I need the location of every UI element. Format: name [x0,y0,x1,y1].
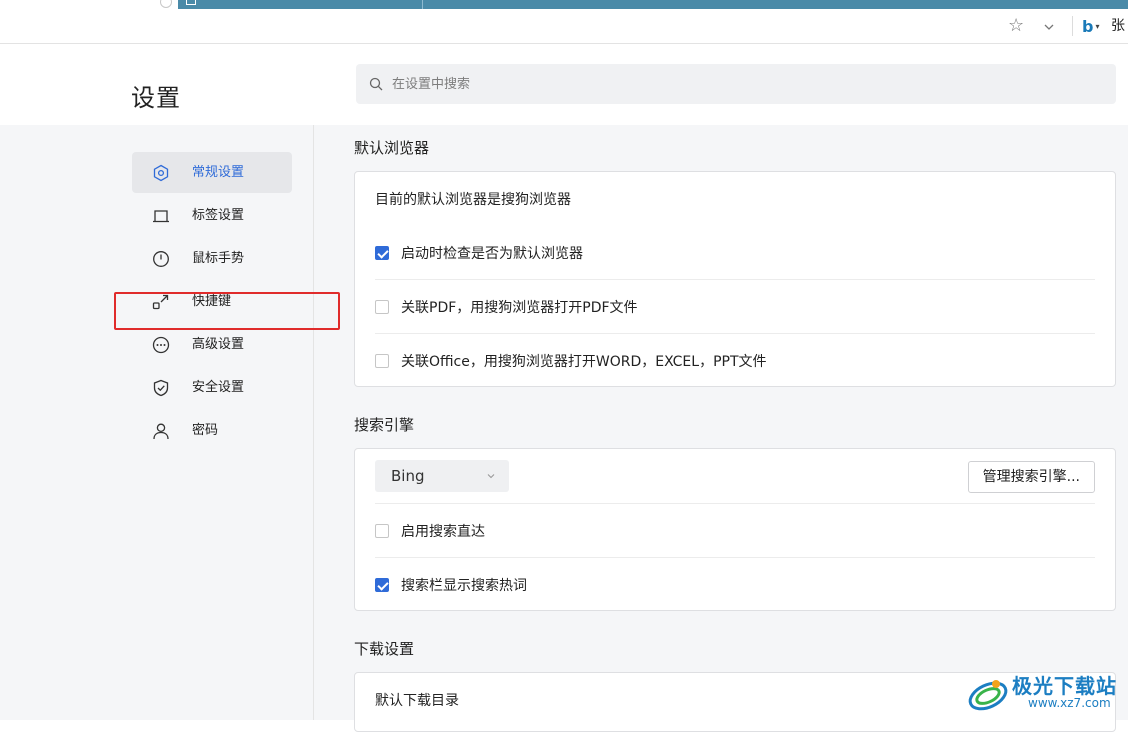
checkbox[interactable] [375,354,389,368]
chevron-down-icon [487,474,495,479]
option-label: 启动时检查是否为默认浏览器 [401,246,583,262]
option-associate-office[interactable]: 关联Office，用搜狗浏览器打开WORD，EXCEL，PPT文件 [375,333,1095,388]
tab-separator [422,0,423,9]
sidebar-item-label: 高级设置 [192,337,245,352]
manage-search-engines-button[interactable]: 管理搜索引擎... [967,461,1095,493]
sidebar-item-advanced[interactable]: 高级设置 [132,324,292,365]
section-title-default-browser: 默认浏览器 [354,139,430,157]
checkbox[interactable] [375,246,389,260]
option-label: 启用搜索直达 [401,524,485,540]
tab-favicon-icon [186,0,196,5]
section-title-download: 下载设置 [354,640,415,658]
chevron-down-icon[interactable] [1044,22,1054,32]
search-engine-selected: Bing [391,467,425,485]
site-watermark: 极光下载站 www.xz7.com [966,668,1126,718]
page-title: 设置 [131,84,181,112]
sidebar-item-label: 标签设置 [192,208,245,223]
browser-toolbar: ☆ b ▾ 张 [0,9,1128,44]
watermark-url: www.xz7.com [1028,696,1111,710]
tab-close-icon[interactable] [160,0,172,8]
default-browser-card: 目前的默认浏览器是搜狗浏览器 启动时检查是否为默认浏览器 关联PDF，用搜狗浏览… [354,171,1116,387]
tab-strip [0,0,1128,9]
more-dots-icon [152,336,170,354]
sidebar-item-mouse-gestures[interactable]: 鼠标手势 [132,238,292,279]
watermark-logo-icon [968,680,1008,711]
checkbox[interactable] [375,300,389,314]
default-browser-status-text: 目前的默认浏览器是搜狗浏览器 [375,192,571,208]
default-browser-status: 目前的默认浏览器是搜狗浏览器 [375,172,1095,226]
option-label: 关联Office，用搜狗浏览器打开WORD，EXCEL，PPT文件 [401,354,767,370]
sidebar-item-label: 鼠标手势 [192,251,245,266]
section-title-search-engine: 搜索引擎 [354,416,415,434]
sidebar-item-label: 安全设置 [192,380,245,395]
hexagon-gear-icon [153,164,169,182]
user-icon [153,423,169,440]
toolbar-divider [1072,16,1073,36]
search-engine-select[interactable]: Bing [375,460,509,492]
option-search-direct[interactable]: 启用搜索直达 [375,503,1095,558]
user-name[interactable]: 张 [1111,16,1125,36]
mouse-icon [153,251,169,267]
sidebar-item-general[interactable]: 常规设置 [132,152,292,193]
bookmark-star-icon[interactable]: ☆ [1008,17,1024,35]
option-label: 关联PDF，用搜狗浏览器打开PDF文件 [401,300,638,316]
sidebar-item-label: 密码 [192,423,219,438]
bing-b-icon: b [1082,16,1094,36]
sidebar-item-passwords[interactable]: 密码 [132,410,292,451]
option-show-hot-words[interactable]: 搜索栏显示搜索热词 [375,557,1095,612]
default-download-dir-label: 默认下载目录 [375,693,459,709]
caret-down-icon: ▾ [1095,21,1100,31]
sidebar-divider [313,125,314,720]
tab-icon [153,210,169,223]
active-tab[interactable] [178,0,1128,9]
sidebar-item-security[interactable]: 安全设置 [132,367,292,408]
settings-search[interactable] [356,64,1116,104]
checkbox[interactable] [375,524,389,538]
shield-check-icon [153,379,169,397]
sidebar-item-tabs[interactable]: 标签设置 [132,195,292,236]
search-engine-switcher[interactable]: b ▾ [1082,16,1099,36]
search-icon [369,77,383,91]
sidebar-item-label: 常规设置 [192,165,245,180]
search-engine-card: Bing 管理搜索引擎... 启用搜索直达 搜索栏显示搜索热词 [354,448,1116,611]
checkbox[interactable] [375,578,389,592]
option-label: 搜索栏显示搜索热词 [401,578,527,594]
annotation-highlight-box [114,292,340,330]
watermark-title: 极光下载站 [1012,674,1117,698]
search-input[interactable] [392,64,1092,104]
option-check-default[interactable]: 启动时检查是否为默认浏览器 [375,226,1095,280]
option-associate-pdf[interactable]: 关联PDF，用搜狗浏览器打开PDF文件 [375,279,1095,334]
